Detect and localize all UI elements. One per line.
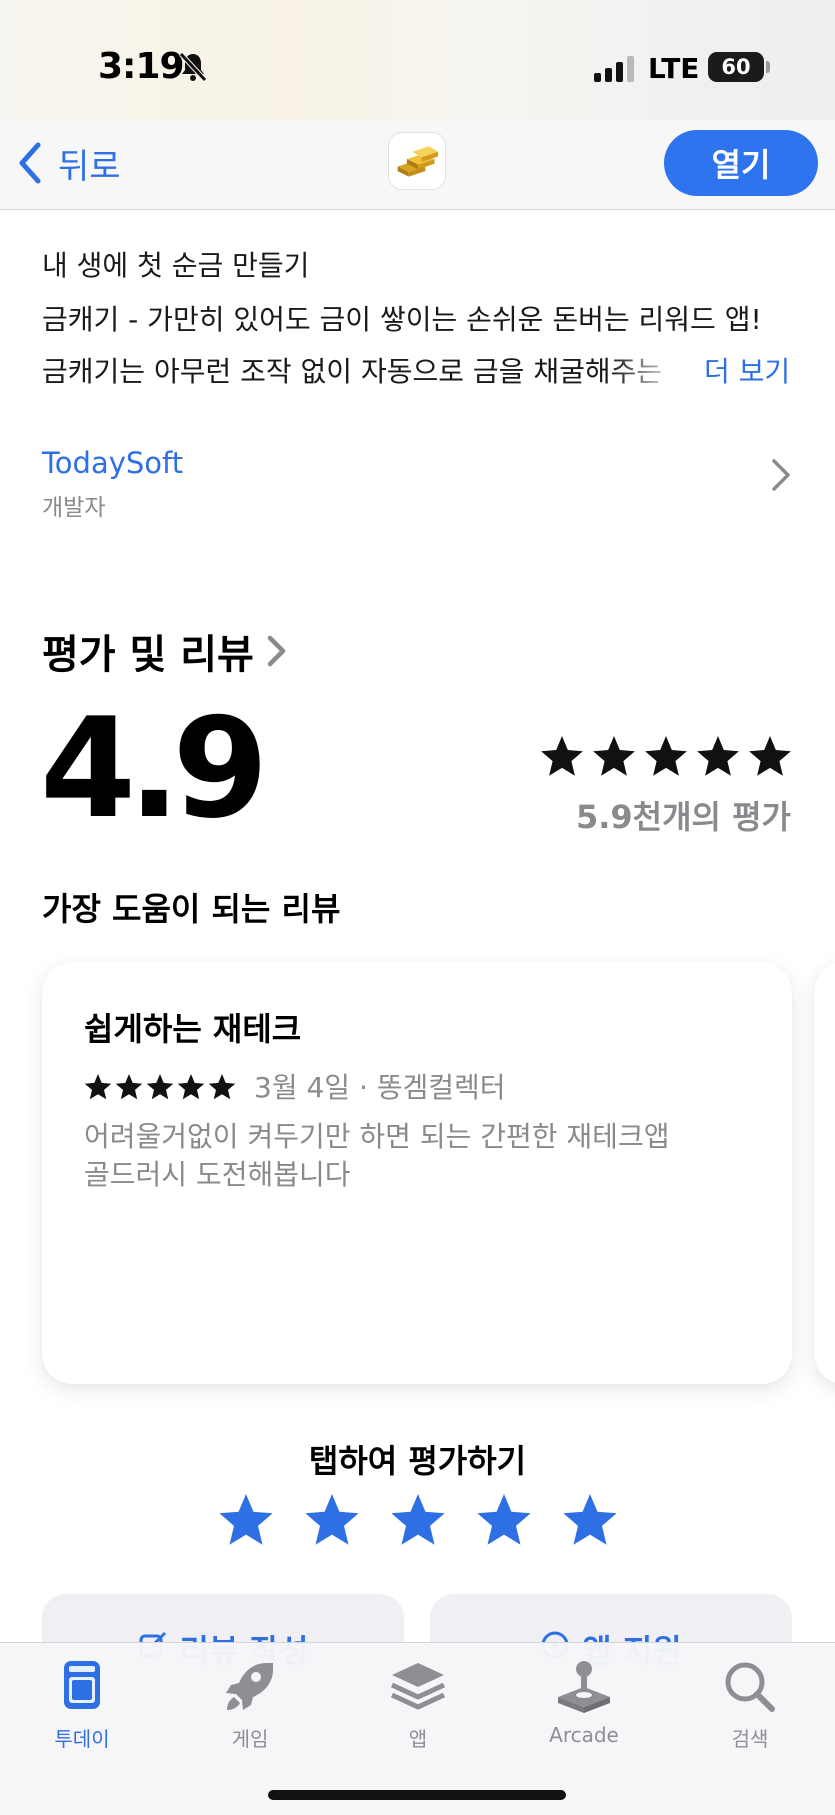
star-icon [115, 1074, 143, 1100]
back-button[interactable]: 뒤로 [16, 138, 121, 188]
star-icon [541, 736, 583, 776]
review-body-line: 골드러시 도전해봅니다 [84, 1158, 351, 1191]
tap-to-rate-stars[interactable] [218, 1494, 618, 1550]
average-rating: 4.9 [40, 688, 268, 849]
rating-stars [541, 736, 791, 776]
layers-icon [390, 1663, 446, 1710]
tab-arcade[interactable]: Arcade [514, 1657, 654, 1757]
battery-icon: 60 [708, 52, 764, 82]
ratings-title-label: 평가 및 리뷰 [42, 632, 254, 678]
network-type: LTE [648, 52, 700, 85]
star-icon[interactable] [563, 1494, 617, 1545]
tab-label: 게임 [231, 1727, 269, 1751]
review-body-line: 어려울거없이 켜두기만 하면 되는 간편한 재테크앱 [84, 1120, 670, 1153]
tap-to-rate-title: 탭하여 평가하기 [308, 1442, 527, 1480]
developer-name[interactable]: TodaySoft [42, 446, 183, 480]
review-card[interactable]: 쉽게하는 재테크 3월 4일 · 똥겜컬렉터 어려울거없이 켜두기만 하면 되는… [42, 962, 792, 1384]
review-title: 쉽게하는 재테크 [84, 1010, 302, 1048]
rating-count: 5.9천개의 평가 [575, 798, 791, 836]
star-icon [593, 736, 635, 776]
tab-today[interactable]: 투데이 [12, 1657, 152, 1757]
today-icon [64, 1661, 100, 1709]
chevron-right-icon[interactable] [770, 457, 792, 493]
rocket-icon [226, 1663, 273, 1710]
star-icon[interactable] [477, 1494, 531, 1545]
star-icon[interactable] [391, 1494, 445, 1545]
next-review-card[interactable] [814, 962, 835, 1384]
star-icon[interactable] [305, 1494, 359, 1545]
review-meta: 3월 4일 · 똥겜컬렉터 [254, 1071, 506, 1104]
signal-icon [594, 56, 634, 82]
tab-apps[interactable]: 앱 [348, 1657, 488, 1757]
battery-tip [766, 61, 770, 73]
chevron-right-icon [267, 635, 286, 667]
description-line-1: 내 생에 첫 순금 만들기 [42, 249, 310, 282]
tab-label: 앱 [408, 1727, 428, 1751]
tab-search[interactable]: 검색 [680, 1657, 820, 1757]
description-line-2: 금캐기 - 가만히 있어도 금이 쌓이는 손쉬운 돈버는 리워드 앱! [42, 303, 762, 336]
tab-label: 투데이 [54, 1727, 110, 1751]
joystick-icon [558, 1661, 610, 1713]
developer-label: 개발자 [42, 495, 106, 521]
review-body: 어려울거없이 켜두기만 하면 되는 간편한 재테크앱 골드러시 도전해봅니다 [84, 1118, 669, 1194]
chevron-left-icon [19, 142, 41, 184]
description-fade [612, 348, 702, 390]
ratings-section-title[interactable]: 평가 및 리뷰 [42, 622, 288, 680]
star-icon [697, 736, 739, 776]
review-stars [84, 1074, 236, 1100]
gold-bars-icon [388, 132, 446, 190]
description-line-3: 금캐기는 아무런 조작 없이 자동으로 금을 채굴해주는 [42, 355, 663, 388]
back-label: 뒤로 [58, 146, 121, 187]
bell-slash-icon [179, 52, 207, 82]
helpful-reviews-title: 가장 도움이 되는 리뷰 [42, 890, 341, 928]
star-icon [84, 1074, 112, 1100]
home-indicator[interactable] [268, 1790, 566, 1800]
star-icon [208, 1074, 236, 1100]
tab-games[interactable]: 게임 [180, 1657, 320, 1757]
tab-label: Arcade [549, 1723, 619, 1747]
tab-label: 검색 [731, 1727, 769, 1751]
open-button[interactable]: 열기 [664, 130, 818, 196]
star-icon [645, 736, 687, 776]
search-icon [725, 1662, 775, 1712]
star-icon[interactable] [219, 1494, 273, 1545]
status-time: 3:19 [98, 46, 185, 87]
star-icon [749, 736, 791, 776]
star-icon [146, 1074, 174, 1100]
star-icon [177, 1074, 205, 1100]
more-link[interactable]: 더 보기 [704, 350, 790, 390]
